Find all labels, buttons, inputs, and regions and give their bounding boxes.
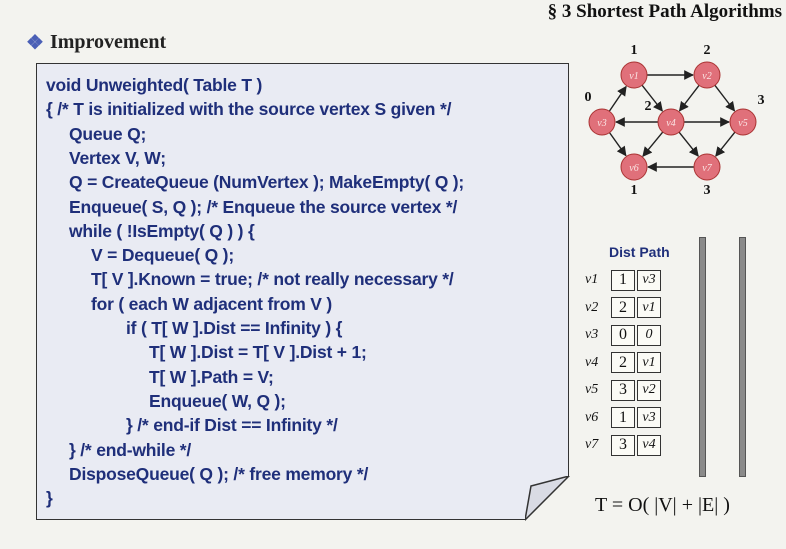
table-row: v2 2 v1 [585,296,661,320]
graph-diagram: v1 1 v2 2 v3 0 v4 2 v5 3 v6 1 v7 3 [585,43,765,198]
row-vertex-label: v7 [585,437,599,452]
code-line: } /* end-while */ [69,439,192,460]
code-line: for ( each W adjacent from V ) [91,293,332,314]
path-cell: v3 [637,407,661,428]
graph-edge [678,131,699,157]
code-line: } /* end-if Dist == Infinity */ [126,415,338,436]
code-line: if ( T[ W ].Dist == Infinity ) { [126,318,343,338]
graph-node-dist: 1 [631,43,638,58]
path-cell: v1 [637,352,661,373]
code-line: Enqueue( W, Q ); [149,390,286,411]
graph-edge [608,85,627,112]
section-title: Improvement [49,31,167,53]
code-line: Queue Q; [69,123,147,144]
graph-edge [714,84,736,112]
row-vertex-label: v1 [585,272,599,287]
dist-cell: 3 [611,379,635,401]
dist-cell: 2 [611,352,635,373]
graph-node-label: v3 [597,118,606,129]
row-vertex-label: v6 [585,409,599,425]
path-cell: v1 [637,297,661,318]
graph-edge [642,131,664,157]
graph-node-label: v7 [702,163,712,174]
code-line: T[ W ].Dist = T[ V ].Dist + 1; [149,342,367,363]
code-line: { /* T is initialized with the source ve… [46,99,452,120]
code-line: T[ V ].Known = true; /* not really neces… [91,269,454,290]
diamond-bullet-icon: ❖ [26,32,44,54]
path-cell: v3 [637,269,661,291]
path-cell: v4 [637,434,661,456]
table-row: v3 0 0 [585,323,661,347]
queue-bar-right [739,237,746,477]
graph-edge [608,132,627,157]
graph-node-label: v1 [629,71,638,82]
table-title: Dist Path [609,244,670,260]
graph-node-label: v4 [666,118,675,129]
row-vertex-label: v2 [585,299,599,315]
path-cell: v2 [637,379,661,401]
table-row: v4 2 v1 [585,351,661,375]
code-line: DisposeQueue( Q ); /* free memory */ [69,463,369,484]
time-complexity: T = O( |V| + |E| ) [595,494,730,516]
row-vertex-label: v4 [585,354,599,370]
graph-node-dist: 0 [585,90,592,105]
row-vertex-label: v3 [585,327,599,342]
code-line: T[ W ].Path = V; [149,366,274,387]
dist-cell: 3 [611,434,635,456]
slide-header-title: § 3 Shortest Path Algorithms [547,1,782,22]
code-line: } [46,488,53,509]
graph-node-dist: 1 [631,183,638,198]
graph-node-dist: 3 [758,93,765,108]
graph-node-label: v6 [629,163,638,174]
graph-node-label: v5 [738,118,747,129]
row-vertex-label: v5 [585,382,599,397]
dist-cell: 2 [611,297,635,318]
code-line: void Unweighted( Table T ) [46,75,263,95]
page-fold-icon [525,476,570,521]
graph-node-dist: 3 [704,183,711,198]
queue-bar-left [699,237,706,477]
code-line: V = Dequeue( Q ); [91,245,234,266]
dist-cell: 0 [611,324,635,346]
graph-edge [678,84,700,112]
dist-cell: 1 [611,407,635,428]
table-row: v1 1 v3 [585,268,661,292]
path-cell: 0 [637,324,661,346]
table-row: v5 3 v2 [585,378,661,402]
table-row: v7 3 v4 [585,433,661,457]
graph-node-dist: 2 [645,99,652,114]
graph-node-label: v2 [702,71,711,82]
code-line: Vertex V, W; [69,147,166,168]
code-line: while ( !IsEmpty( Q ) ) { [69,220,255,241]
table-row: v6 1 v3 [585,406,661,430]
graph-node-dist: 2 [704,43,711,58]
graph-edge [715,131,736,157]
dist-cell: 1 [611,269,635,291]
code-line: Enqueue( S, Q ); /* Enqueue the source v… [69,196,458,217]
section-heading: ❖ Improvement [26,30,166,55]
code-line: Q = CreateQueue (NumVertex ); MakeEmpty(… [69,172,465,193]
